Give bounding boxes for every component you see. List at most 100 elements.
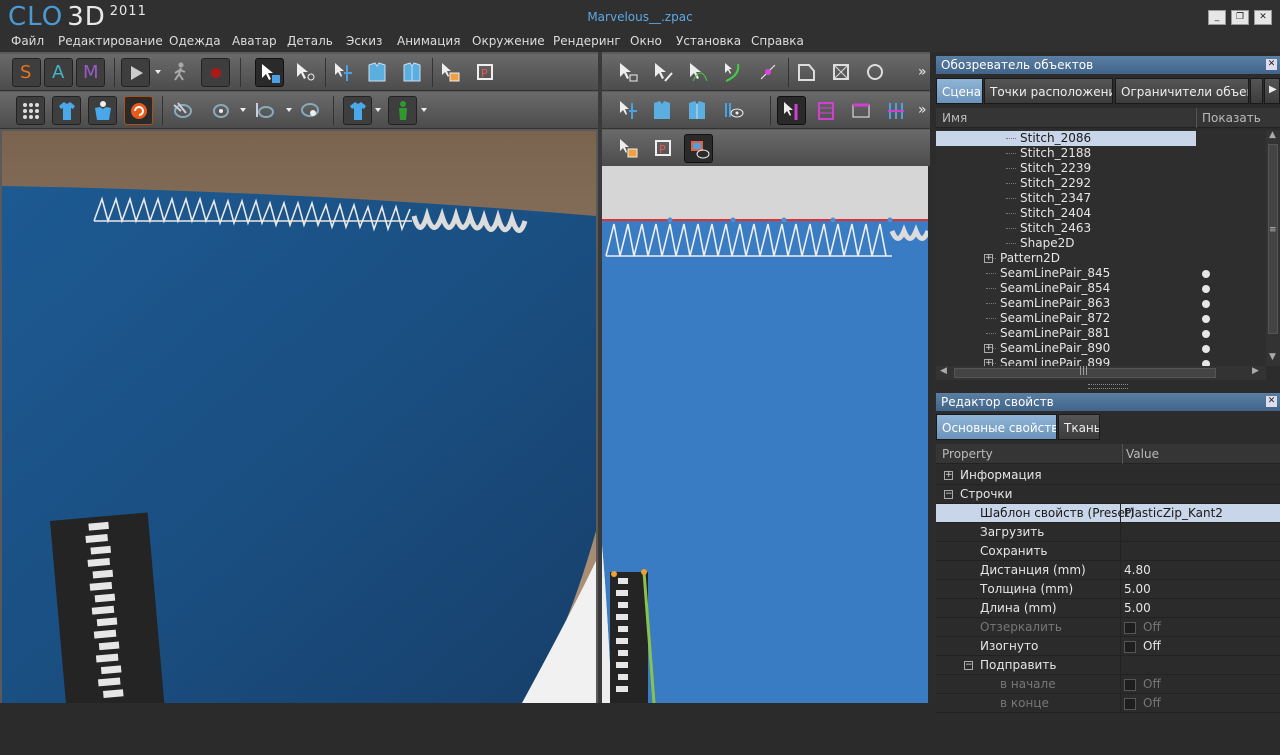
property-row[interactable]: Толщина (mm) 5.00: [936, 580, 1280, 599]
property-editor-close-icon[interactable]: ✕: [1266, 396, 1277, 407]
garment-back-icon[interactable]: [398, 58, 427, 87]
property-row[interactable]: Шаблон свойств (Preset) PlasticZip_Kant2: [936, 504, 1280, 523]
tree-horizontal-scrollbar[interactable]: ◀ ||| ▶: [936, 366, 1266, 380]
property-value[interactable]: 5.00: [1124, 601, 1151, 615]
rectangle-tool-icon[interactable]: [827, 58, 856, 87]
stitch-pair-icon[interactable]: [882, 96, 911, 125]
tab-fabric[interactable]: Ткань: [1058, 414, 1100, 440]
tree-item[interactable]: Stitch_2239: [936, 161, 1266, 176]
chevron-down-icon[interactable]: [240, 108, 246, 112]
expand-icon[interactable]: +: [984, 359, 993, 366]
viewport-3d[interactable]: [2, 131, 596, 703]
property-row[interactable]: Отзеркалить Off: [936, 618, 1280, 637]
tree-item[interactable]: Stitch_2188: [936, 146, 1266, 161]
property-row[interactable]: Загрузить: [936, 523, 1280, 542]
menu-window[interactable]: Окно: [630, 34, 662, 48]
tree-scroll-thumb[interactable]: ≡: [1268, 144, 1278, 334]
property-row[interactable]: Сохранить: [936, 542, 1280, 561]
property-value[interactable]: 4.80: [1124, 563, 1151, 577]
property-row[interactable]: − Строчки: [936, 485, 1280, 504]
column-name[interactable]: Имя: [942, 111, 967, 125]
tree-item[interactable]: Stitch_2404: [936, 206, 1266, 221]
expand-icon[interactable]: +: [984, 254, 993, 263]
chevron-down-icon[interactable]: [421, 108, 427, 112]
property-value[interactable]: 5.00: [1124, 582, 1151, 596]
pin-tag-2d-icon[interactable]: P: [649, 134, 678, 163]
menu-sketch[interactable]: Эскиз: [346, 34, 382, 48]
garment-visibility-icon[interactable]: [343, 96, 372, 125]
menu-animation[interactable]: Анимация: [397, 34, 460, 48]
tree-item[interactable]: Shape2D: [936, 236, 1266, 251]
curvature-icon[interactable]: [719, 58, 748, 87]
tree-item[interactable]: SeamLinePair_845: [936, 266, 1266, 281]
property-row[interactable]: Изогнуто Off: [936, 637, 1280, 656]
select-mesh-icon[interactable]: [291, 58, 320, 87]
chevron-down-icon[interactable]: [375, 108, 381, 112]
menu-avatar[interactable]: Аватар: [232, 34, 277, 48]
tree-item[interactable]: + Pattern2D: [936, 251, 1266, 266]
restore-button[interactable]: ❐: [1231, 10, 1249, 25]
select-texture-2d-icon[interactable]: [614, 134, 643, 163]
shirt-icon[interactable]: [52, 96, 81, 125]
property-row[interactable]: + Информация: [936, 466, 1280, 485]
tree-hscroll-thumb[interactable]: |||: [954, 366, 1216, 378]
expand-icon[interactable]: −: [944, 490, 953, 499]
mode-s-button[interactable]: S: [12, 58, 41, 87]
eye-avatar-icon[interactable]: [296, 96, 325, 125]
select-pattern-icon[interactable]: [614, 58, 643, 87]
play-icon[interactable]: [121, 58, 150, 87]
off-checkbox[interactable]: [1124, 641, 1136, 653]
minimize-button[interactable]: _: [1208, 10, 1226, 25]
object-browser-close-icon[interactable]: ✕: [1266, 59, 1277, 70]
visibility-dot-icon[interactable]: [1202, 300, 1210, 308]
tree-item[interactable]: SeamLinePair_881: [936, 326, 1266, 341]
menu-edit[interactable]: Редактирование: [58, 34, 163, 48]
garment-front-icon[interactable]: [363, 58, 392, 87]
tab-scroll-left[interactable]: [1250, 78, 1263, 104]
property-row[interactable]: в начале Off: [936, 675, 1280, 694]
tree-item[interactable]: Stitch_2463: [936, 221, 1266, 236]
mode-m-button[interactable]: M: [76, 58, 105, 87]
tab-basic-properties[interactable]: Основные свойства: [936, 414, 1057, 440]
tree-item[interactable]: SeamLinePair_863: [936, 296, 1266, 311]
select-seam-icon[interactable]: [329, 58, 358, 87]
property-row[interactable]: в конце Off: [936, 694, 1280, 713]
mode-a-button[interactable]: A: [44, 58, 73, 87]
avatar-view-icon[interactable]: [206, 96, 235, 125]
circle-tool-icon[interactable]: [861, 58, 890, 87]
pin-tag-icon[interactable]: P: [471, 58, 500, 87]
add-point-icon[interactable]: [754, 58, 783, 87]
property-row[interactable]: Длина (mm) 5.00: [936, 599, 1280, 618]
avatar-visibility-icon[interactable]: [388, 96, 417, 125]
stitch-edit-icon[interactable]: [812, 96, 841, 125]
tree-item[interactable]: Stitch_2347: [936, 191, 1266, 206]
stitch-select-icon[interactable]: [777, 96, 806, 125]
visibility-dot-icon[interactable]: [1202, 315, 1210, 323]
chevron-down-icon[interactable]: [155, 70, 161, 74]
expand-icon[interactable]: +: [984, 344, 993, 353]
menu-environment[interactable]: Окружение: [472, 34, 545, 48]
viewport-2d[interactable]: [602, 166, 928, 703]
toolbar-overflow-icon[interactable]: »: [918, 64, 927, 80]
chevron-down-icon[interactable]: [286, 108, 292, 112]
walk-avatar-icon[interactable]: [166, 58, 195, 87]
select-move-icon[interactable]: [255, 58, 284, 87]
tree-item[interactable]: Stitch_2292: [936, 176, 1266, 191]
tab-scene[interactable]: Сцена: [936, 78, 983, 104]
menu-settings[interactable]: Установка: [676, 34, 741, 48]
select-texture-icon[interactable]: [436, 58, 465, 87]
points-grid-icon[interactable]: [16, 96, 45, 125]
seam-visibility-icon[interactable]: [719, 96, 748, 125]
tree-vertical-scrollbar[interactable]: ▲ ≡ ▼: [1266, 130, 1280, 366]
segment-sewing-icon[interactable]: [614, 96, 643, 125]
stitch-line-icon[interactable]: [847, 96, 876, 125]
property-row[interactable]: Дистанция (mm) 4.80: [936, 561, 1280, 580]
reset-simulation-icon[interactable]: [124, 96, 153, 125]
tab-arrangement-points[interactable]: Точки расположения: [984, 78, 1113, 104]
edit-pattern-icon[interactable]: [649, 58, 678, 87]
close-button[interactable]: ✕: [1254, 10, 1272, 25]
pattern-back-icon[interactable]: [683, 96, 712, 125]
tree-item[interactable]: + SeamLinePair_899: [936, 356, 1266, 366]
texture-visibility-icon[interactable]: [684, 134, 713, 163]
column-property[interactable]: Property: [942, 447, 993, 461]
